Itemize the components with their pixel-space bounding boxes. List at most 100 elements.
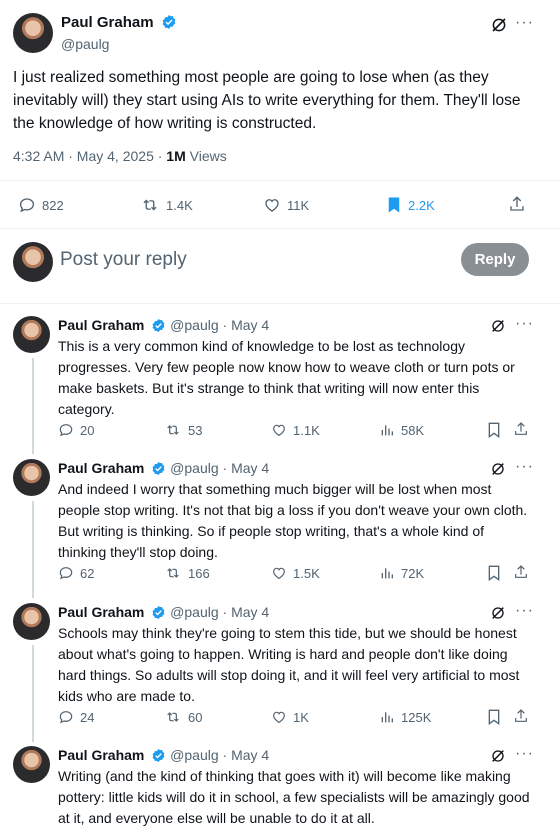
reply-count: 62 (80, 565, 95, 581)
repost-count: 166 (188, 565, 210, 581)
avatar[interactable] (13, 603, 50, 640)
share-icon (515, 565, 527, 578)
repost-icon (167, 568, 179, 578)
avatar[interactable] (13, 13, 53, 53)
reply-icon (59, 424, 73, 437)
reply-text: Schools may think they're going to stem … (58, 625, 520, 704)
reply-action[interactable]: 62 (58, 565, 94, 581)
reply-action[interactable]: 822 (18, 196, 64, 214)
reply-action[interactable]: 20 (58, 422, 94, 438)
avatar[interactable] (13, 746, 50, 783)
repost-count: 53 (188, 422, 203, 438)
reply-icon (59, 567, 73, 580)
reply-count: 20 (80, 422, 95, 438)
share-action[interactable] (508, 195, 532, 213)
analytics-icon (381, 425, 393, 436)
verified-badge-icon (151, 461, 166, 479)
verified-badge-icon (161, 14, 177, 35)
reply-icon (19, 198, 35, 213)
avatar[interactable] (13, 316, 50, 353)
author-name[interactable]: Paul Graham (61, 14, 154, 31)
thread-connector (32, 501, 34, 598)
more-icon[interactable]: ··· (515, 602, 534, 620)
handle-date[interactable]: @paulg · May 4 (170, 317, 269, 333)
share-action[interactable] (513, 564, 535, 580)
reply-text: And indeed I worry that something much b… (58, 481, 528, 560)
reply-input[interactable]: Post your reply (60, 249, 187, 271)
post-time[interactable]: 4:32 AM · May 4, 2025 · (13, 148, 166, 164)
reply-icon (59, 711, 73, 724)
grok-icon[interactable] (490, 16, 508, 39)
like-action[interactable]: 11K (263, 196, 309, 214)
share-icon (515, 709, 527, 722)
like-count: 1.5K (293, 565, 320, 581)
analytics-icon (381, 712, 393, 723)
author-handle[interactable]: @paulg (61, 36, 109, 52)
share-action[interactable] (513, 708, 535, 724)
author-line: Paul Graham @paulg · May 4 (58, 317, 269, 336)
author-line: Paul Graham (61, 14, 177, 35)
reply-text: This is a very common kind of knowledge … (58, 338, 515, 417)
like-count: 1K (293, 709, 309, 725)
verified-badge-icon (151, 318, 166, 336)
bookmark-action[interactable]: 2.2K (386, 196, 435, 214)
author-name[interactable]: Paul Graham (58, 460, 144, 476)
views-action[interactable]: 72K (379, 565, 424, 581)
reply-button[interactable]: Reply (461, 243, 529, 276)
share-icon (510, 196, 524, 211)
repost-count: 60 (188, 709, 203, 725)
post-text: I just realized something most people ar… (13, 69, 521, 132)
repost-icon (143, 199, 157, 211)
post-timestamp: 4:32 AM · May 4, 2025 · 1M Views (13, 148, 227, 164)
like-action[interactable]: 1K (271, 709, 309, 725)
author-line: Paul Graham @paulg · May 4 (58, 460, 269, 479)
reply-text: Writing (and the kind of thinking that g… (58, 768, 530, 826)
like-count: 1.1K (293, 422, 320, 438)
repost-action[interactable]: 60 (164, 709, 202, 725)
views-label: Views (185, 148, 227, 164)
repost-count: 1.4K (166, 197, 193, 213)
bookmark-icon (488, 709, 500, 725)
like-action[interactable]: 1.1K (271, 422, 320, 438)
views-action[interactable]: 125K (379, 709, 431, 725)
bookmark-icon (488, 565, 500, 581)
repost-action[interactable]: 166 (164, 565, 210, 581)
author-line: Paul Graham @paulg · May 4 (58, 747, 269, 766)
bookmark-action[interactable] (487, 565, 507, 581)
handle-date[interactable]: @paulg · May 4 (170, 604, 269, 620)
like-action[interactable]: 1.5K (271, 565, 320, 581)
bookmark-action[interactable] (487, 709, 507, 725)
avatar[interactable] (13, 459, 50, 496)
heart-icon (265, 199, 279, 212)
share-icon (515, 422, 527, 435)
repost-icon (167, 712, 179, 722)
like-count: 11K (287, 197, 310, 213)
more-icon[interactable]: ··· (515, 14, 534, 32)
bookmark-action[interactable] (487, 422, 507, 438)
handle-date[interactable]: @paulg · May 4 (170, 747, 269, 763)
views-count: 72K (401, 565, 425, 581)
views-action[interactable]: 58K (379, 422, 424, 438)
author-name[interactable]: Paul Graham (58, 317, 144, 333)
views-count: 1M (166, 148, 186, 164)
thread-connector (32, 645, 34, 742)
repost-action[interactable]: 1.4K (140, 196, 193, 214)
more-icon[interactable]: ··· (515, 315, 534, 333)
more-icon[interactable]: ··· (515, 458, 534, 476)
author-name[interactable]: Paul Graham (58, 747, 144, 763)
share-action[interactable] (513, 421, 535, 437)
heart-icon (273, 711, 285, 724)
divider (0, 228, 560, 229)
bookmark-filled-icon (388, 197, 400, 213)
more-icon[interactable]: ··· (515, 745, 534, 763)
reply-count: 822 (42, 197, 64, 213)
divider (0, 180, 560, 181)
views-count: 125K (401, 709, 432, 725)
verified-badge-icon (151, 605, 166, 623)
handle-date[interactable]: @paulg · May 4 (170, 460, 269, 476)
author-name[interactable]: Paul Graham (58, 604, 144, 620)
repost-action[interactable]: 53 (164, 422, 202, 438)
heart-icon (273, 424, 285, 437)
reply-action[interactable]: 24 (58, 709, 94, 725)
views-count: 58K (401, 422, 425, 438)
